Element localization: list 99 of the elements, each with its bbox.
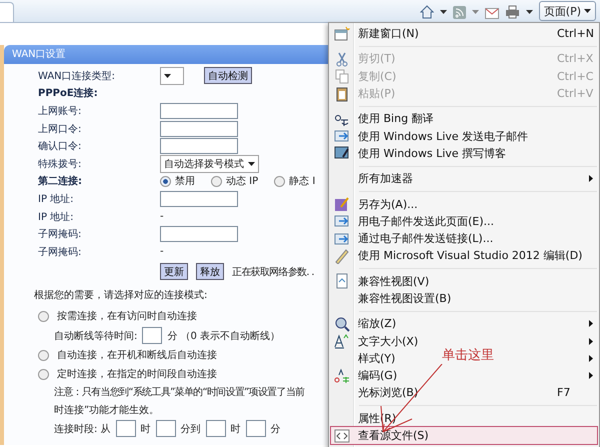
blog-icon [334, 145, 350, 162]
radio-button[interactable] [38, 368, 49, 380]
field-label: 子网掩码: [38, 228, 82, 242]
magnifier-icon [334, 316, 350, 332]
field-label: 确认口令: [38, 140, 82, 154]
time-field[interactable] [156, 420, 176, 438]
menu-item[interactable]: 通过电子邮件发送链接(L)... [358, 231, 494, 246]
menu-item[interactable]: 文字大小(X) [358, 334, 418, 349]
menu-item[interactable]: 使用 Windows Live 撰写博客 [358, 146, 506, 161]
hint-text: 分 （0 表示不自动断线） [167, 330, 280, 343]
clipboard-icon [334, 86, 350, 102]
dropdown-caret-icon[interactable] [526, 10, 533, 14]
status-text: 正在获取网络参数. . [232, 266, 314, 279]
feed-icon[interactable] [452, 6, 466, 19]
scissors-icon [334, 50, 350, 67]
dropdown-caret-icon[interactable] [440, 10, 447, 14]
shortcut-text: Ctrl+N [557, 27, 594, 40]
note-text: 时连接”功能才能生效。 [54, 404, 160, 417]
prompt-text: 根据您的需要，请选择对应的连接模式: [34, 288, 208, 302]
printer-icon[interactable] [504, 5, 520, 19]
radio-label: 自动连接，在开机和断线后自动连接 [57, 348, 217, 362]
time-field[interactable] [116, 420, 136, 438]
menu-item[interactable]: 缩放(Z) [358, 316, 396, 332]
shortcut-text: F7 [557, 386, 570, 400]
window-icon [334, 26, 350, 42]
menu-item[interactable]: 使用 Windows Live 发送电子邮件 [358, 128, 528, 144]
menu-item[interactable]: 使用 Microsoft Visual Studio 2012 编辑(D) [358, 248, 582, 264]
save-icon [334, 196, 350, 212]
input-field[interactable] [160, 120, 238, 137]
dropdown-caret-icon [584, 9, 591, 13]
radio-button[interactable] [211, 176, 222, 187]
input-field[interactable] [160, 190, 238, 207]
field-label: 上网账号: [38, 104, 82, 118]
radio-label: 静态 I [289, 174, 316, 188]
menu-item[interactable]: 兼容性视图(V) [358, 274, 430, 289]
radio-label: 动态 IP [226, 174, 258, 188]
menu-item[interactable]: 另存为(A)... [358, 196, 418, 212]
annotation-text: 单击这里 [442, 347, 494, 364]
field-label: 第二连接: [38, 174, 83, 188]
text-size-icon [334, 333, 350, 350]
action-button[interactable]: 更新 [160, 263, 188, 280]
menu-item[interactable]: 样式(Y) [358, 350, 396, 366]
document-icon [334, 273, 350, 290]
menu-item[interactable]: 新建窗口(N) [358, 26, 419, 42]
radio-label: 按需连接，在有访问时自动连接 [57, 310, 197, 324]
unit-label: 分到 [180, 422, 201, 436]
menu-item[interactable]: 编码(G) [358, 368, 398, 384]
menu-item[interactable]: 用电子邮件发送此页面(E)... [358, 214, 494, 229]
browser-tab[interactable] [0, 2, 14, 22]
radio-label: 定时连接，在指定的时间段自动连接 [57, 368, 217, 382]
field-label: 上网口令: [38, 122, 82, 136]
input-field[interactable] [160, 138, 238, 154]
menu-item[interactable]: 所有加速器 [358, 171, 413, 186]
menu-item[interactable]: 光标浏览(B) [358, 385, 418, 400]
mail-icon [334, 128, 350, 144]
field-label: 子网掩码: [38, 246, 82, 259]
unit-label: 时 [230, 422, 241, 436]
field-label: WAN口连接类型: [38, 70, 116, 83]
mail-icon [334, 213, 350, 230]
auto-detect-button[interactable]: 自动检测 [204, 67, 252, 84]
input-field[interactable] [160, 102, 238, 119]
shortcut-text: Ctrl+X [557, 52, 594, 66]
mail-icon [334, 230, 350, 247]
radio-button[interactable] [160, 176, 171, 187]
home-icon[interactable] [420, 5, 434, 19]
dial-mode-select[interactable]: 自动选择拨号模式 [160, 154, 259, 173]
field-value: - [160, 211, 164, 222]
field-label: PPPoE连接: [38, 86, 99, 100]
field-label: IP 地址: [38, 210, 75, 224]
field-label: IP 地址: [38, 192, 75, 206]
unit-label: 分 [270, 422, 281, 436]
field-value: - [160, 246, 164, 258]
shortcut-text: Ctrl+C [557, 70, 594, 83]
unit-label: 时 [140, 422, 151, 436]
radio-label: 禁用 [175, 174, 195, 188]
radio-button[interactable] [38, 350, 49, 361]
time-field[interactable] [206, 420, 226, 438]
dropdown-caret-icon [164, 74, 171, 78]
field-label: 特殊拨号: [38, 158, 82, 171]
mail-icon[interactable] [484, 8, 499, 19]
note-text: 注意：只有当您到“系统工具”菜单的“时间设置”项设置了当前 [54, 386, 304, 400]
input-field[interactable] [160, 226, 238, 242]
pencil-icon [334, 248, 350, 264]
field-label: 自动断线等待时间: [54, 330, 138, 343]
source-code-icon [334, 428, 350, 444]
menu-item[interactable]: 使用 Bing 翻译 [358, 111, 434, 126]
radio-button[interactable] [274, 176, 286, 187]
connection-type-select[interactable] [160, 66, 184, 85]
field-label: 连接时段: 从 [54, 422, 111, 436]
dropdown-caret-icon [248, 162, 255, 166]
page-menu-button[interactable]: 页面(P) [538, 1, 596, 21]
time-field[interactable] [246, 420, 266, 438]
radio-button[interactable] [38, 310, 49, 322]
minutes-field[interactable] [142, 327, 162, 344]
menu-item[interactable]: 查看源文件(S) [331, 426, 597, 444]
copy-icon [334, 68, 350, 84]
action-button[interactable]: 释放 [196, 263, 224, 280]
shortcut-text: Ctrl+V [557, 87, 594, 100]
menu-item[interactable]: 兼容性视图设置(B) [358, 291, 452, 306]
